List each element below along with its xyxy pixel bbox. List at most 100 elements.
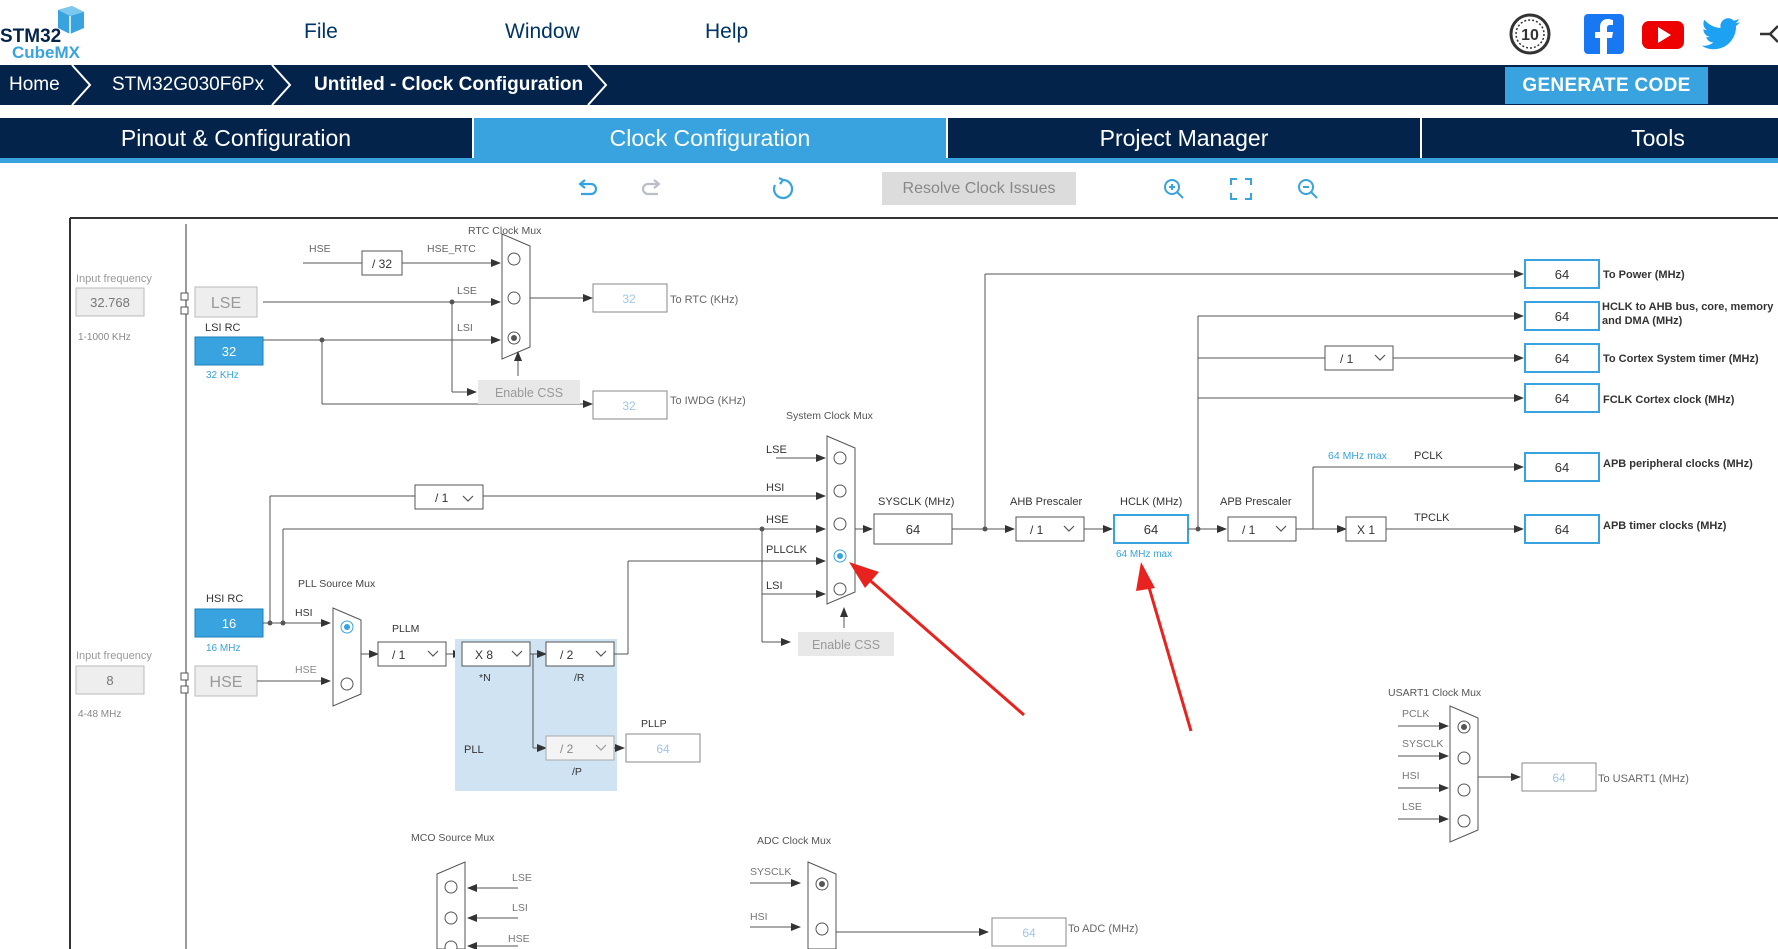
undo-icon[interactable] (573, 176, 599, 202)
breadcrumb-page[interactable]: Untitled - Clock Configuration (314, 74, 583, 96)
chevron-right-icon (587, 65, 608, 105)
breadcrumb-chip[interactable]: STM32G030F6Px (112, 74, 264, 96)
hse-range-label: 4-48 MHz (78, 709, 121, 720)
timer-multiplier-value: X 1 (1357, 523, 1375, 537)
cortex-timer-label: To Cortex System timer (MHz) (1603, 353, 1759, 365)
tab-project-manager[interactable]: Project Manager (948, 118, 1420, 158)
hse-frequency-value: 8 (106, 673, 113, 688)
main-tabs: Pinout & Configuration Clock Configurati… (0, 118, 1778, 163)
apb-timer-label: APB timer clocks (MHz) (1603, 520, 1727, 532)
sys-mux-pllclk-label: PLLCLK (766, 544, 808, 556)
rtc-output-label: To RTC (KHz) (670, 294, 738, 306)
fit-screen-icon[interactable] (1228, 176, 1254, 202)
fclk-label: FCLK Cortex clock (MHz) (1603, 394, 1735, 406)
adc-mux-title: ADC Clock Mux (757, 835, 832, 847)
apb-peripheral-value: 64 (1555, 460, 1569, 475)
rtc-mux-lse-radio[interactable] (507, 291, 521, 305)
usart-pclk-label: PCLK (1402, 708, 1429, 720)
refresh-icon[interactable] (770, 176, 796, 202)
sysclk-label: SYSCLK (MHz) (878, 496, 954, 508)
ahb-prescaler-select[interactable] (1015, 516, 1085, 542)
plln-label: *N (479, 672, 491, 684)
mco-mux-hse-radio[interactable] (444, 940, 458, 949)
pll-source-mux-title: PLL Source Mux (298, 578, 376, 590)
resolve-clock-issues-button[interactable]: Resolve Clock Issues (882, 172, 1076, 205)
hsi-sys-div-value: / 1 (435, 491, 449, 505)
apb-prescaler-label: APB Prescaler (1220, 496, 1292, 508)
tab-clock-configuration[interactable]: Clock Configuration (474, 118, 946, 158)
usart1-output-label: To USART1 (MHz) (1598, 773, 1689, 785)
apb-timer-value: 64 (1555, 522, 1569, 537)
anniversary-badge-icon[interactable]: 10 (1508, 12, 1552, 56)
sys-enable-css-label: Enable CSS (812, 638, 880, 652)
pllm-value: / 1 (392, 648, 406, 662)
lsi-unit: 32 KHz (206, 370, 239, 381)
sys-mux-lse-label: LSE (766, 444, 787, 456)
svg-text:10: 10 (1521, 27, 1539, 44)
usart-mux-lse-radio[interactable] (1457, 814, 1471, 828)
hclk-ahb-label: HCLK to AHB bus, core, memory and DMA (M… (1602, 301, 1774, 327)
facebook-icon[interactable] (1582, 12, 1626, 56)
zoom-out-icon[interactable] (1295, 176, 1321, 202)
usart-mux-hsi-radio[interactable] (1457, 783, 1471, 797)
redo-icon[interactable] (640, 176, 666, 202)
tab-tools[interactable]: Tools (1422, 118, 1778, 158)
iwdg-output-value: 32 (622, 399, 636, 413)
sys-mux-hsi-radio[interactable] (833, 484, 847, 498)
usart1-mux-title: USART1 Clock Mux (1388, 687, 1482, 699)
usart-lse-label: LSE (1402, 801, 1422, 813)
breadcrumb-home[interactable]: Home (9, 74, 60, 96)
svg-text:CubeMX: CubeMX (12, 43, 81, 60)
ahb-prescaler-value: / 1 (1030, 523, 1044, 537)
zoom-in-icon[interactable] (1161, 176, 1187, 202)
youtube-icon[interactable] (1641, 12, 1685, 56)
sysclk-value: 64 (906, 522, 920, 537)
mco-hse-label: HSE (508, 933, 530, 945)
hsi-rc-label: HSI RC (206, 593, 243, 605)
sys-mux-hse-radio[interactable] (833, 517, 847, 531)
hclk-value: 64 (1144, 522, 1158, 537)
menu-window[interactable]: Window (505, 20, 580, 44)
iwdg-output-label: To IWDG (KHz) (670, 395, 746, 407)
mco-mux-lse-radio[interactable] (444, 880, 458, 894)
rtc-mux-hse-radio[interactable] (507, 252, 521, 266)
pllp-div-label: /P (572, 766, 582, 778)
stm32cubemx-logo: STM32 CubeMX (0, 6, 90, 62)
sys-mux-lsi-radio[interactable] (833, 582, 847, 596)
to-power-label: To Power (MHz) (1603, 269, 1685, 281)
twitter-icon[interactable] (1700, 12, 1744, 56)
apb-prescaler-select[interactable] (1227, 516, 1297, 542)
rtc-lse-label: LSE (457, 285, 477, 297)
sys-mux-lse-radio[interactable] (833, 451, 847, 465)
lse-frequency-value: 32.768 (90, 295, 130, 310)
adc-sysclk-label: SYSCLK (750, 866, 791, 878)
pllr-label: /R (574, 672, 585, 684)
mco-source-mux (436, 861, 466, 949)
usart-hsi-label: HSI (1402, 770, 1420, 782)
adc-clock-mux (807, 861, 837, 949)
hclk-ahb-value: 64 (1555, 309, 1569, 324)
top-bar: STM32 CubeMX File Window Help 10 (0, 0, 1778, 63)
usart-mux-sysclk-radio[interactable] (1457, 751, 1471, 765)
mco-lsi-label: LSI (512, 902, 528, 914)
share-icon[interactable] (1756, 12, 1778, 56)
tab-pinout-configuration[interactable]: Pinout & Configuration (0, 118, 472, 158)
mco-mux-lsi-radio[interactable] (444, 911, 458, 925)
lse-range-label: 1-1000 KHz (78, 332, 131, 343)
menu-file[interactable]: File (304, 20, 338, 44)
pll-label: PLL (464, 744, 484, 756)
pll-src-hse-radio[interactable] (340, 677, 354, 691)
lse-input-frequency-label: Input frequency (76, 273, 152, 285)
generate-code-button[interactable]: GENERATE CODE (1505, 67, 1708, 104)
hsi-unit: 16 MHz (206, 643, 240, 654)
mco-lse-label: LSE (512, 872, 532, 884)
adc-output-label: To ADC (MHz) (1068, 923, 1138, 935)
to-power-value: 64 (1555, 267, 1569, 282)
menu-help[interactable]: Help (705, 20, 748, 44)
chevron-right-icon (271, 65, 292, 105)
adc-mux-hsi-radio[interactable] (815, 922, 829, 936)
pll-src-hse-label: HSE (295, 664, 317, 676)
hse-input-frequency-label: Input frequency (76, 650, 152, 662)
hse-block-label: HSE (210, 674, 243, 691)
lsi-rc-value: 32 (222, 344, 236, 359)
